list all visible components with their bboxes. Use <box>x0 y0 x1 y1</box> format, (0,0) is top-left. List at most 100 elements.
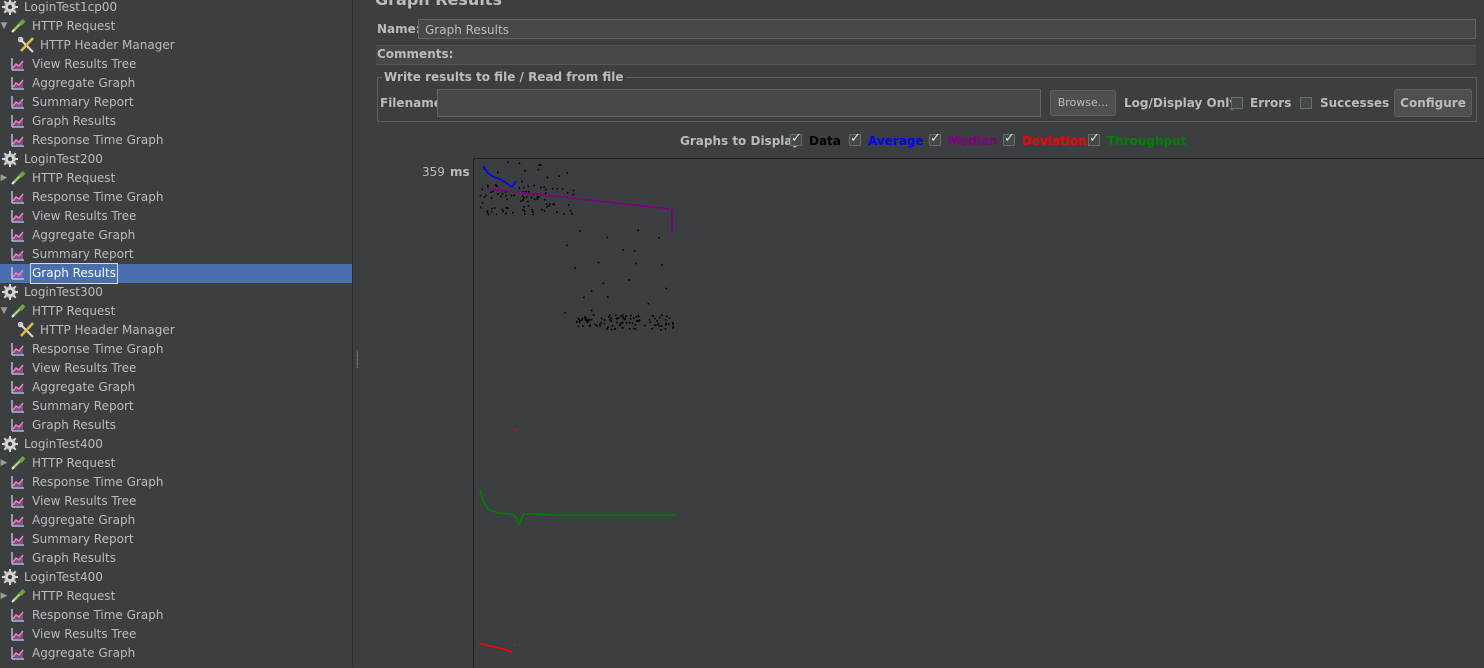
tree-item[interactable]: View Results Tree <box>0 492 352 511</box>
tree-item[interactable]: Response Time Graph <box>0 340 352 359</box>
tree-item[interactable]: Aggregate Graph <box>0 511 352 530</box>
tree-item[interactable]: ▼ HTTP Request <box>0 17 352 36</box>
data-point <box>632 317 635 319</box>
legend-checkbox-median[interactable] <box>929 131 941 146</box>
tree-item[interactable]: ▶ HTTP Request <box>0 454 352 473</box>
tree-item-label: Aggregate Graph <box>32 228 136 242</box>
data-point <box>597 261 600 264</box>
comments-field[interactable]: Comments: <box>376 45 1476 65</box>
data-point <box>527 191 530 193</box>
tree-item-label: View Results Tree <box>32 494 137 508</box>
tree-item-label: Aggregate Graph <box>32 646 136 660</box>
test-plan-tree[interactable]: LoginTest1cp00 ▼ HTTP Request HTTP Header M… <box>0 0 352 667</box>
collapse-arrow-icon[interactable]: ▼ <box>0 17 8 36</box>
data-point <box>610 317 613 320</box>
tree-item[interactable]: LoginTest300 <box>0 283 352 302</box>
tree-item[interactable]: Graph Results <box>0 263 352 284</box>
collapse-arrow-icon[interactable]: ▼ <box>0 302 8 321</box>
successes-checkbox[interactable] <box>1300 97 1312 109</box>
data-point <box>479 194 482 197</box>
graph-plot <box>478 161 676 653</box>
tree-item[interactable]: LoginTest200 <box>0 150 352 169</box>
tree-item[interactable]: Aggregate Graph <box>0 644 352 663</box>
tree-item[interactable]: View Results Tree <box>0 359 352 378</box>
data-point <box>594 323 596 326</box>
data-point <box>487 186 489 188</box>
data-point <box>578 230 581 232</box>
tree-item[interactable]: Aggregate Graph <box>0 378 352 397</box>
tree-item[interactable]: Summary Report <box>0 93 352 112</box>
data-point <box>610 328 613 331</box>
data-point <box>603 319 606 321</box>
name-field[interactable]: Graph Results <box>418 19 1476 39</box>
legend-checkbox-average[interactable] <box>849 131 861 146</box>
tree-item[interactable]: Summary Report <box>0 245 352 264</box>
data-point <box>584 316 586 318</box>
data-point <box>598 323 601 326</box>
legend-checkbox-deviation[interactable] <box>1003 131 1015 146</box>
data-point <box>603 322 606 325</box>
data-point <box>530 196 533 199</box>
tree-item[interactable]: Graph Results <box>0 112 352 131</box>
data-point <box>649 321 651 323</box>
data-point <box>523 213 526 215</box>
tree-item[interactable]: View Results Tree <box>0 55 352 74</box>
tree-item-label: Graph Results <box>32 418 116 432</box>
errors-checkbox[interactable] <box>1231 97 1243 109</box>
expand-arrow-icon[interactable]: ▶ <box>0 454 8 473</box>
tree-item[interactable]: Response Time Graph <box>0 131 352 150</box>
tree-item[interactable]: Graph Results <box>0 549 352 568</box>
tree-item[interactable]: HTTP Header Manager <box>0 321 352 340</box>
chart-icon <box>10 607 26 623</box>
tree-item[interactable]: LoginTest1cp00 <box>0 0 352 17</box>
tree-item[interactable]: LoginTest400 <box>0 435 352 454</box>
tree-item[interactable]: Response Time Graph <box>0 606 352 625</box>
data-point <box>510 194 513 197</box>
tree-item[interactable]: Response Time Graph <box>0 473 352 492</box>
tree-item[interactable]: ▶ HTTP Request <box>0 169 352 188</box>
tree-item[interactable]: Summary Report <box>0 530 352 549</box>
data-point <box>637 314 640 317</box>
gear-icon <box>2 0 18 15</box>
tree-item[interactable]: Summary Report <box>0 397 352 416</box>
data-point <box>571 213 573 215</box>
tree-item[interactable]: LoginTest400 <box>0 568 352 587</box>
data-point <box>637 320 640 323</box>
chart-icon <box>10 626 26 642</box>
data-point <box>639 319 641 322</box>
tree-item[interactable]: ▼ HTTP Request <box>0 302 352 321</box>
data-point <box>633 327 635 330</box>
data-point <box>672 323 674 325</box>
data-point <box>544 188 547 191</box>
tree-item[interactable]: Graph Results <box>0 416 352 435</box>
data-point <box>572 193 575 196</box>
tree-item[interactable]: Aggregate Graph <box>0 74 352 93</box>
data-point <box>567 204 570 206</box>
data-point <box>615 314 617 317</box>
expand-arrow-icon[interactable]: ▶ <box>0 587 8 606</box>
data-point <box>495 213 498 216</box>
data-point <box>483 196 486 198</box>
tree-item[interactable]: HTTP Header Manager <box>0 36 352 55</box>
data-point <box>660 328 662 331</box>
legend-label-data: Data <box>809 134 841 148</box>
pipette-icon <box>10 588 26 604</box>
legend-checkbox-data[interactable] <box>790 131 802 146</box>
data-point <box>577 325 580 328</box>
filename-input[interactable] <box>437 89 1041 117</box>
data-point <box>583 296 585 299</box>
tree-item[interactable]: View Results Tree <box>0 207 352 226</box>
data-point <box>633 250 636 252</box>
configure-button[interactable]: Configure <box>1394 89 1472 117</box>
tree-item[interactable]: ▶ HTTP Request <box>0 587 352 606</box>
legend-checkbox-throughput[interactable] <box>1088 131 1100 146</box>
expand-arrow-icon[interactable]: ▶ <box>0 169 8 188</box>
data-point <box>527 185 530 188</box>
tree-item[interactable]: Response Time Graph <box>0 188 352 207</box>
y-axis-unit: ms <box>450 165 470 179</box>
comments-label: Comments: <box>377 47 454 61</box>
browse-button[interactable]: Browse... <box>1050 90 1116 116</box>
tree-item[interactable]: View Results Tree <box>0 625 352 644</box>
tree-item[interactable]: Aggregate Graph <box>0 226 352 245</box>
divider-grip-icon[interactable]: ⁞ ⁞ ⁞ ⁞ <box>356 350 361 372</box>
